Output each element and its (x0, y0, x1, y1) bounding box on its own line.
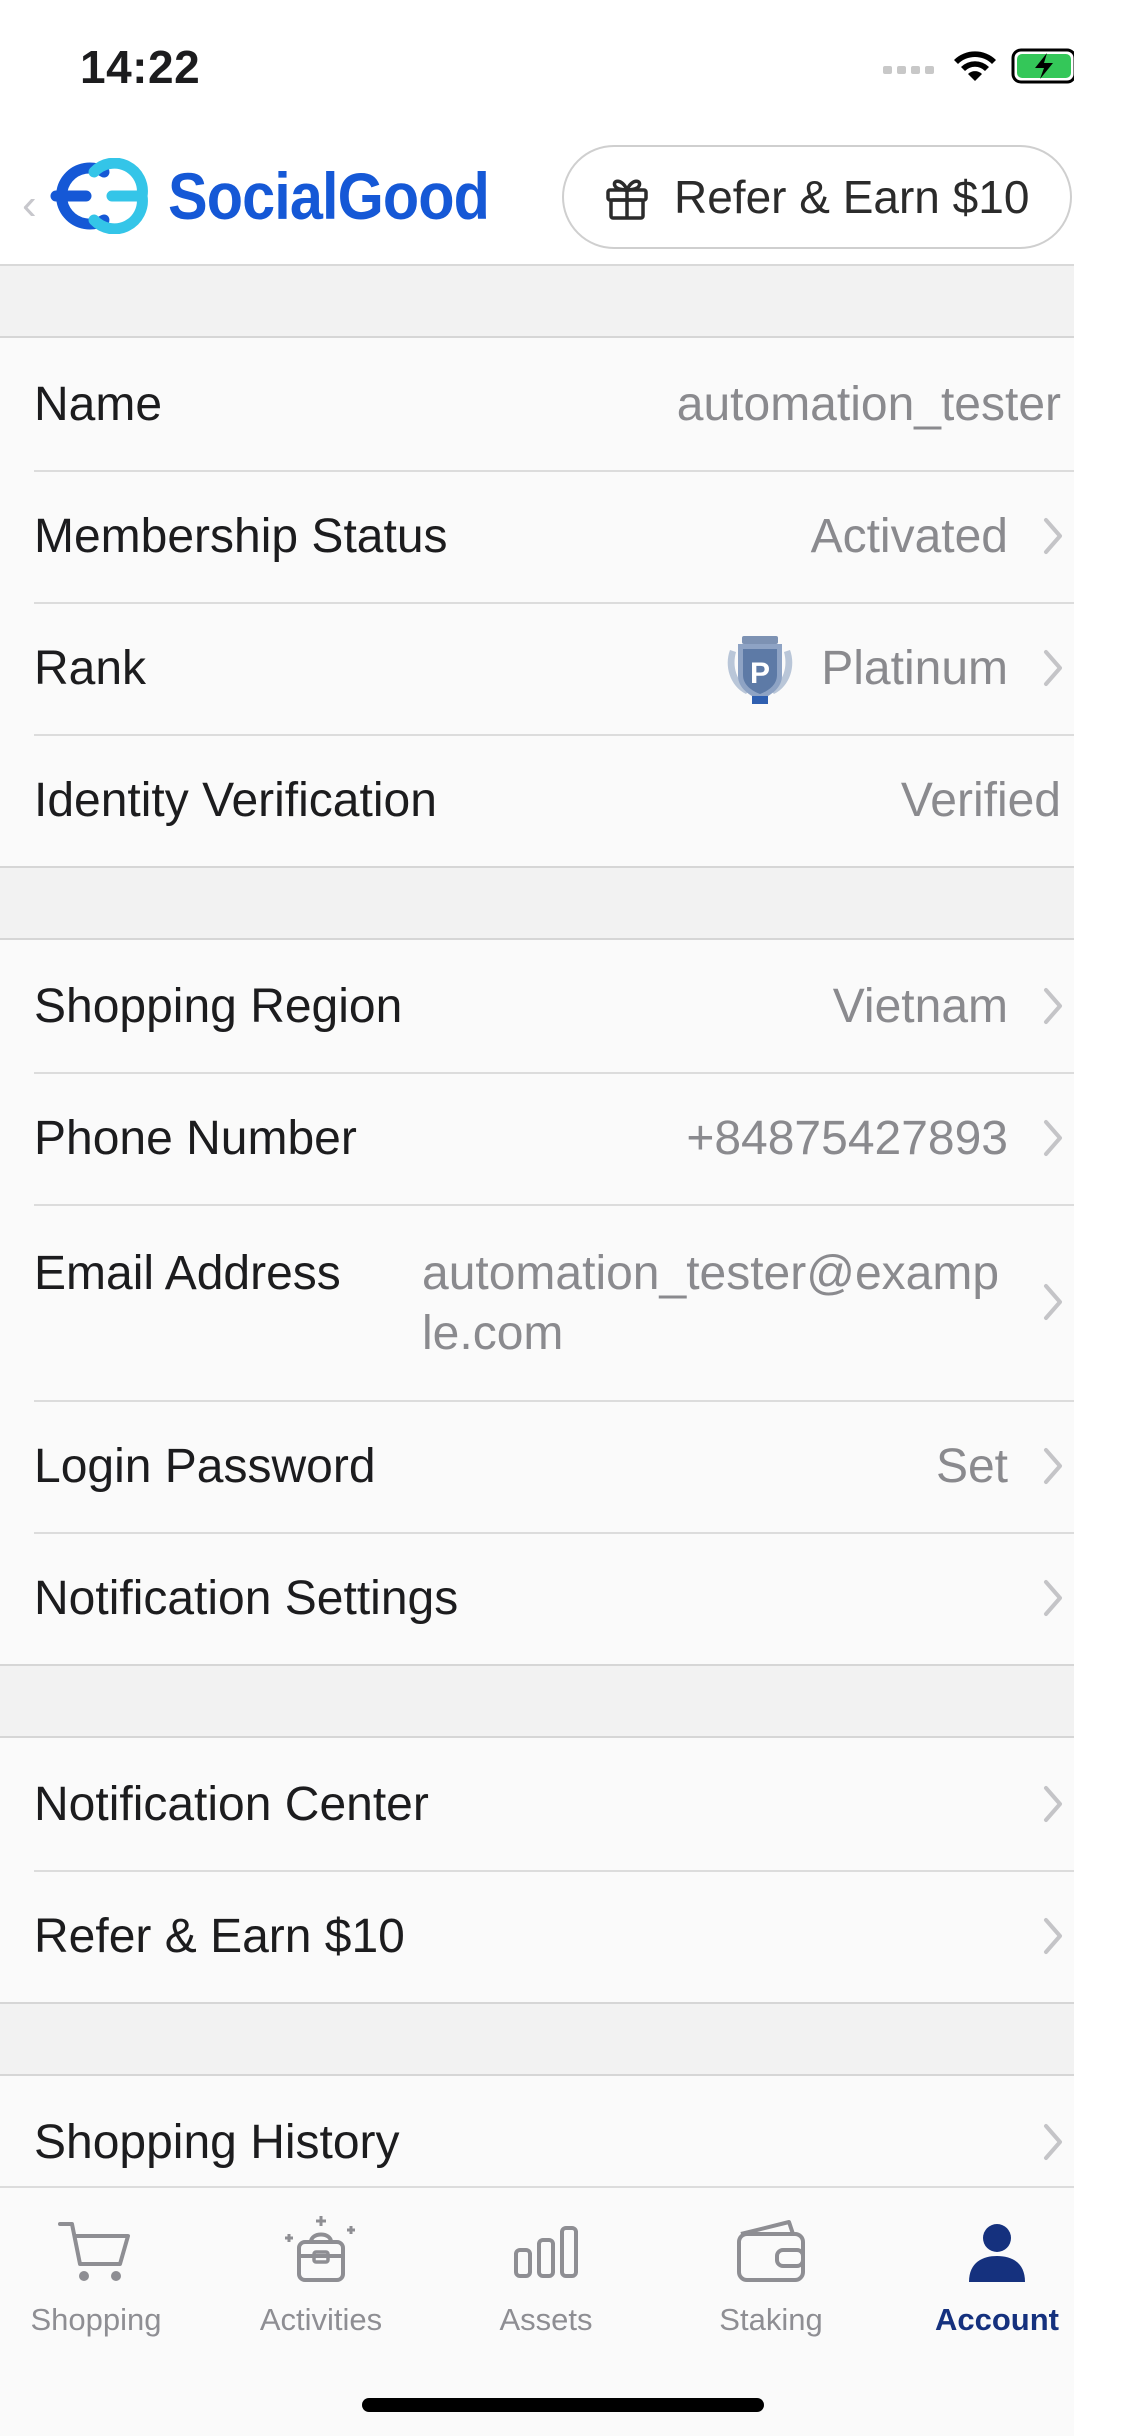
row-label: Name (34, 377, 163, 431)
home-indicator[interactable] (362, 2398, 764, 2412)
brand-name: SocialGood (168, 159, 490, 233)
row-label: Email Address (34, 1247, 341, 1300)
wifi-icon (954, 51, 996, 81)
membership-status-value: Activated (810, 509, 1008, 563)
row-label: Shopping Region (34, 979, 403, 1033)
tab-account[interactable]: Account (917, 2212, 1074, 2338)
chevron-right-icon (1044, 988, 1062, 1024)
shopping-region-value: Vietnam (832, 979, 1008, 1033)
row-label: Notification Settings (34, 1571, 459, 1625)
row-rank[interactable]: Rank P Platinum (0, 602, 1074, 734)
socialgood-logo-icon (50, 158, 148, 234)
row-label: Notification Center (34, 1777, 429, 1831)
app-header: ‹ SocialGood Refer & Earn $10 (0, 140, 1074, 266)
row-label: Membership Status (34, 509, 448, 563)
chevron-right-icon (1044, 1580, 1062, 1616)
tab-staking[interactable]: Staking (691, 2212, 851, 2338)
row-identity-verification: Identity Verification Verified (0, 734, 1074, 866)
account-screen: 14:22 ‹ SocialGood Refer & Earn $10 Name… (0, 0, 1074, 2436)
email-address-value: automation_tester@example.com (422, 1247, 1000, 1360)
tab-label: Activities (259, 2302, 383, 2337)
row-name: Name automation_tester (0, 338, 1074, 470)
row-email-address[interactable]: Email Address automation_tester@example.… (0, 1204, 1074, 1400)
rank-value: Platinum (821, 641, 1008, 695)
platinum-rank-badge-icon: P (727, 636, 793, 704)
row-phone-number[interactable]: Phone Number +84875427893 (0, 1072, 1074, 1204)
identity-verification-value: Verified (900, 773, 1061, 827)
login-password-value: Set (935, 1439, 1008, 1493)
row-notification-settings[interactable]: Notification Settings (0, 1532, 1074, 1664)
row-label: Shopping History (34, 2115, 400, 2169)
chevron-right-icon (1044, 1120, 1062, 1156)
row-shopping-region[interactable]: Shopping Region Vietnam (0, 940, 1074, 1072)
chevron-right-icon (1044, 518, 1062, 554)
chevron-right-icon (1044, 1918, 1062, 1954)
status-icons (883, 48, 1074, 84)
notifications-group: Notification Center Refer & Earn $10 (0, 1738, 1074, 2004)
row-label: Phone Number (34, 1111, 357, 1165)
section-spacer (0, 266, 1074, 338)
wallet-icon (737, 2220, 805, 2282)
row-membership-status[interactable]: Membership Status Activated (0, 470, 1074, 602)
refer-earn-label: Refer & Earn $10 (674, 171, 1030, 223)
section-spacer (0, 2004, 1074, 2076)
right-edge-strip (1074, 0, 1125, 2436)
back-chevron-icon[interactable]: ‹ (22, 180, 37, 230)
tab-label: Account (935, 2302, 1059, 2337)
section-spacer (0, 1666, 1074, 1738)
tab-assets[interactable]: Assets (466, 2212, 626, 2338)
row-label: Login Password (34, 1439, 376, 1493)
row-label: Identity Verification (34, 773, 437, 827)
row-notification-center[interactable]: Notification Center (0, 1738, 1074, 1870)
status-time: 14:22 (80, 41, 201, 93)
chevron-right-icon (1044, 2124, 1062, 2160)
rank-badge-letter: P (750, 657, 770, 690)
row-login-password[interactable]: Login Password Set (0, 1400, 1074, 1532)
refer-earn-button[interactable]: Refer & Earn $10 (562, 145, 1072, 249)
row-refer-earn[interactable]: Refer & Earn $10 (0, 1870, 1074, 2002)
battery-charging-icon (1011, 48, 1074, 84)
chevron-right-icon (1044, 1448, 1062, 1484)
tab-label: Shopping (30, 2302, 162, 2337)
row-label: Rank (34, 641, 147, 695)
chevron-right-icon (1044, 1284, 1062, 1320)
chevron-right-icon (1044, 650, 1062, 686)
tab-activities[interactable]: Activities (241, 2212, 401, 2338)
cellular-signal-icon (883, 66, 934, 74)
tab-shopping[interactable]: Shopping (16, 2212, 176, 2338)
gift-icon (606, 179, 648, 220)
profile-group: Name automation_tester Membership Status… (0, 338, 1074, 868)
status-bar: 14:22 (0, 0, 1074, 140)
phone-number-value: +84875427893 (686, 1111, 1008, 1165)
name-value: automation_tester (676, 377, 1061, 431)
person-icon (969, 2224, 1025, 2282)
gift-box-icon (285, 2216, 355, 2282)
row-label: Refer & Earn $10 (34, 1909, 405, 1963)
contact-group: Shopping Region Vietnam Phone Number +84… (0, 940, 1074, 1666)
cart-icon (58, 2222, 130, 2281)
tab-label: Assets (499, 2302, 593, 2337)
tab-label: Staking (719, 2302, 823, 2337)
chevron-right-icon (1044, 1786, 1062, 1822)
socialgood-logo: SocialGood (46, 158, 525, 234)
account-settings-list: Name automation_tester Membership Status… (0, 266, 1074, 2210)
bar-chart-icon (514, 2226, 578, 2278)
section-spacer (0, 868, 1074, 940)
